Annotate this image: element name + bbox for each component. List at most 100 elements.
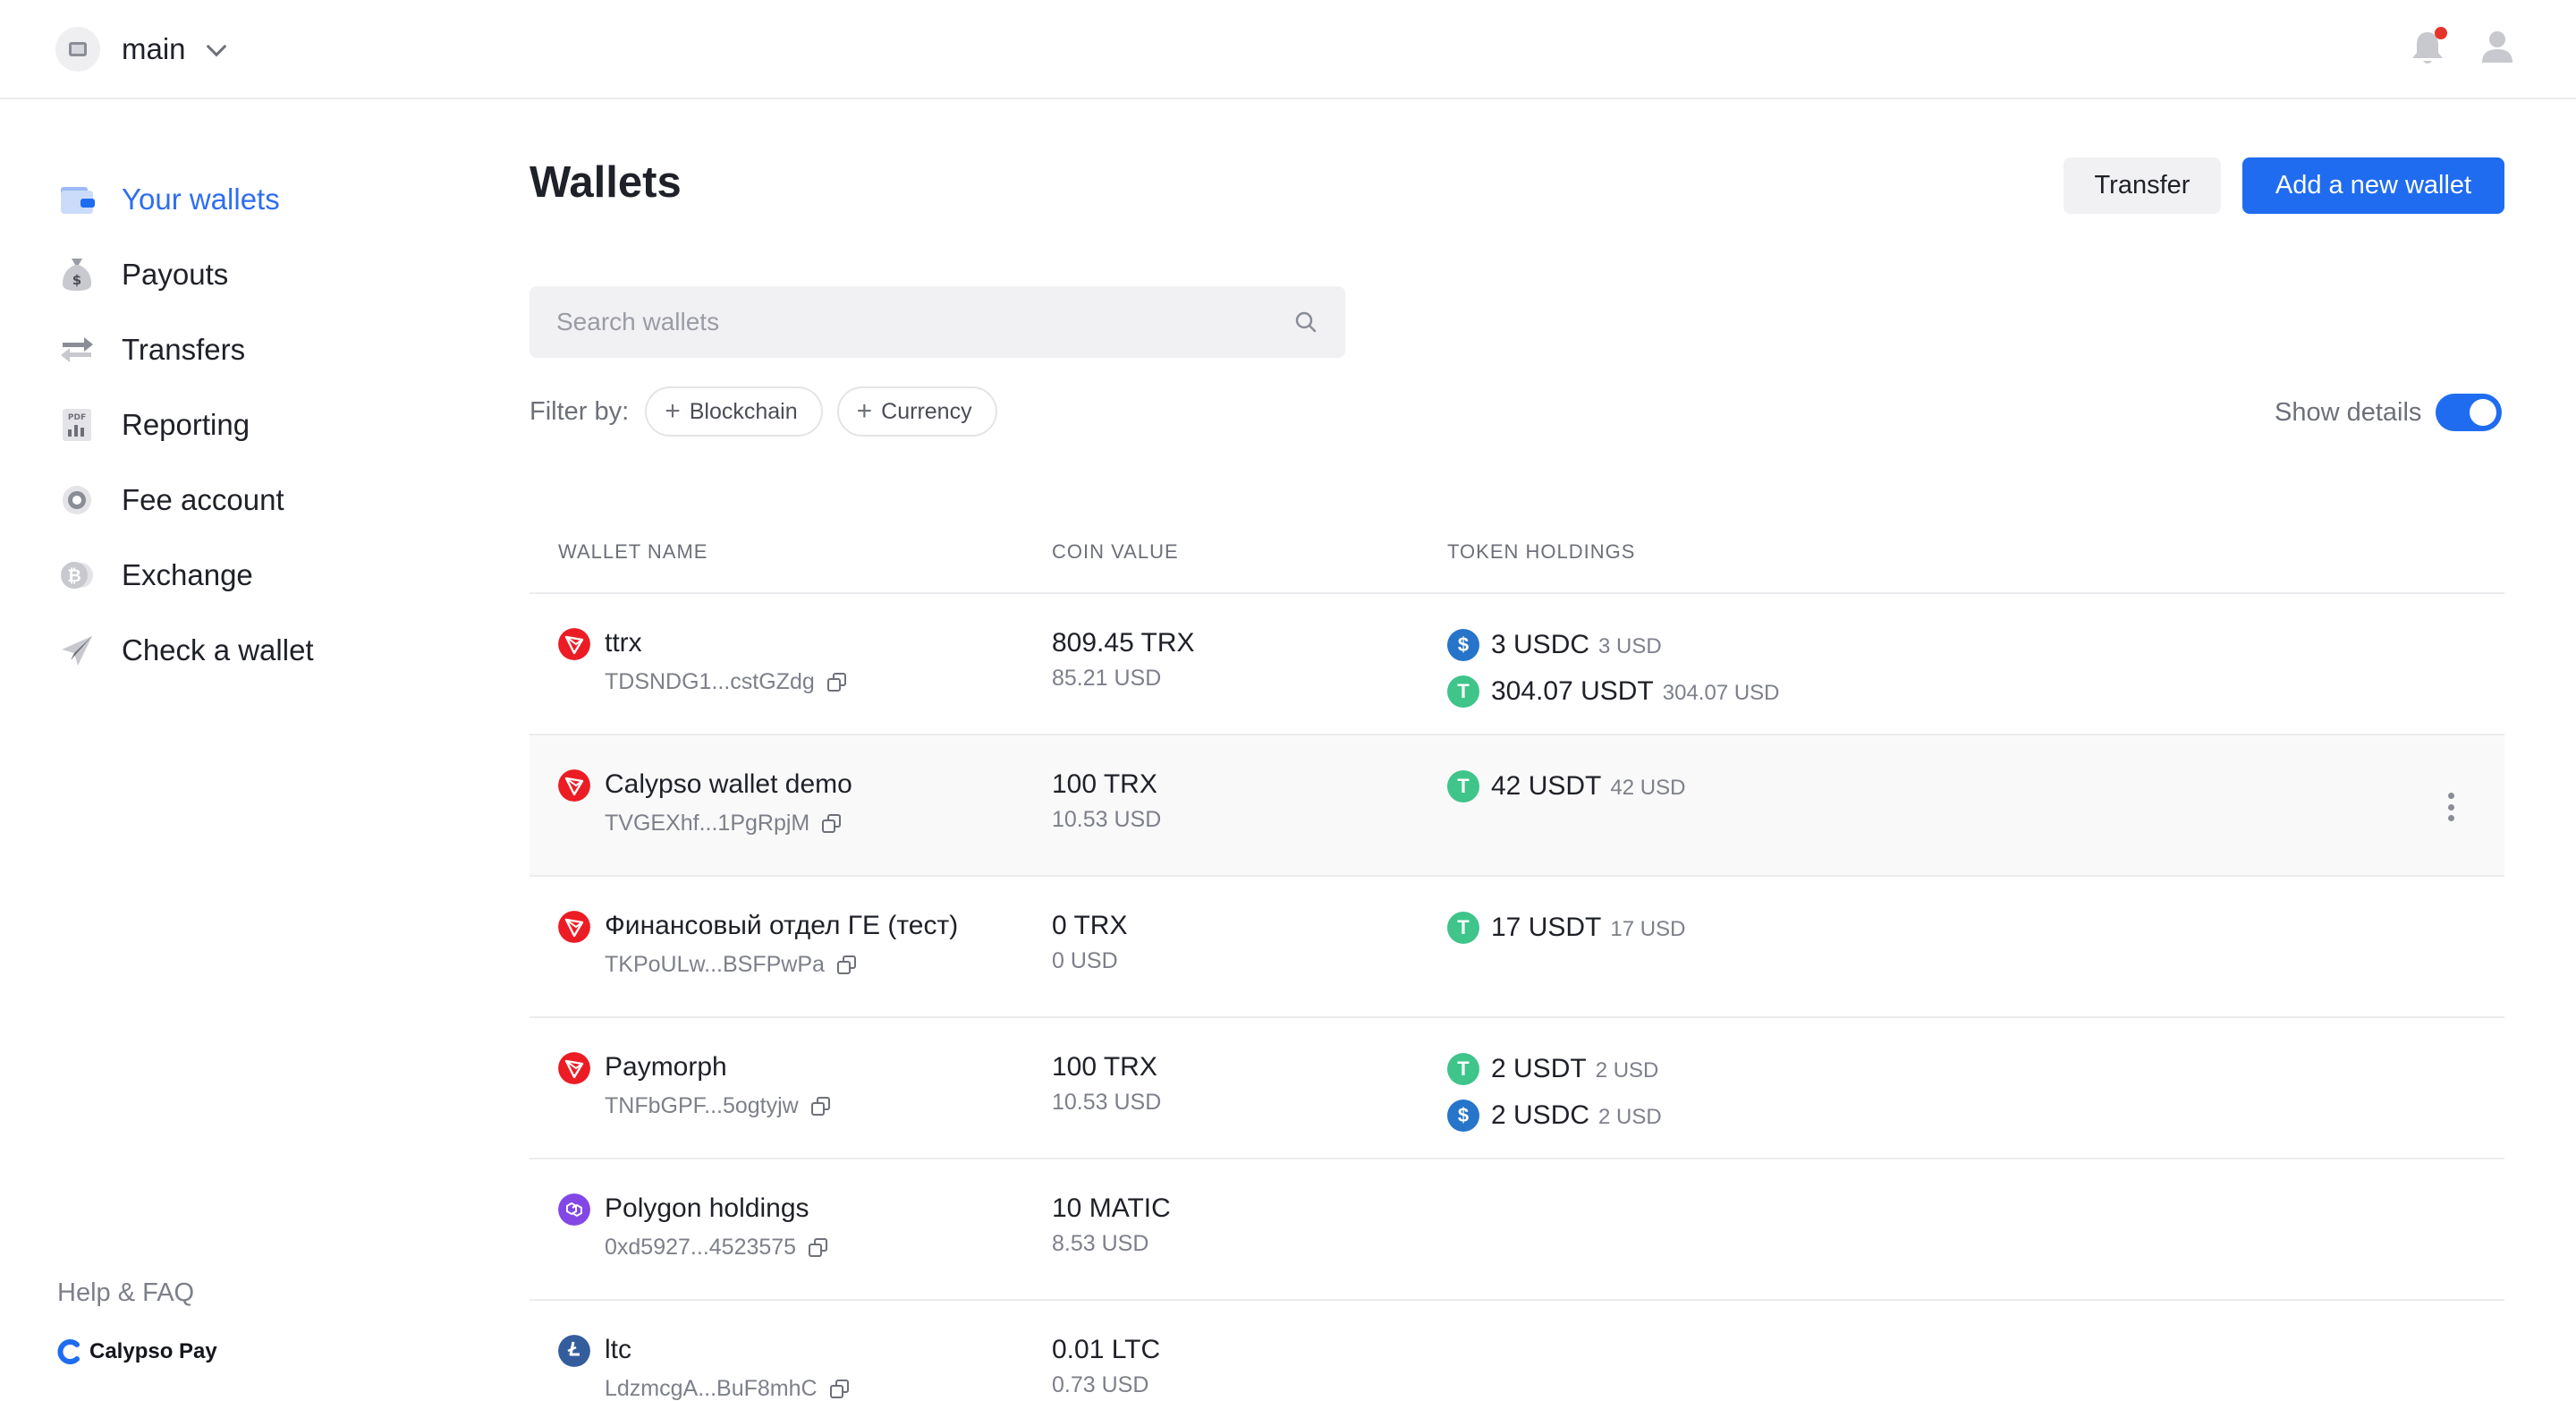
- filter-label: Filter by:: [530, 396, 630, 426]
- usdt-icon: T: [1447, 1053, 1479, 1085]
- table-row[interactable]: ltc LdzmcgA...BuF8mhC 0.01 LTC 0.73 USD: [530, 1301, 2504, 1401]
- filter-chip-currency[interactable]: + Currency: [836, 386, 997, 437]
- table-row[interactable]: Paymorph TNFbGPF...5ogtyjw 100 TRX 10.53…: [530, 1018, 2504, 1159]
- arrows-swap-icon: [57, 330, 97, 369]
- wallet-name[interactable]: Paymorph: [605, 1052, 727, 1083]
- plus-icon: +: [665, 396, 681, 426]
- sidebar-item-your-wallets[interactable]: Your wallets: [57, 173, 280, 226]
- coin-value: 0.01 LTC: [1052, 1335, 1161, 1364]
- svg-text:PDF: PDF: [68, 413, 86, 422]
- calypso-logo-icon: [57, 1339, 80, 1364]
- copy-icon[interactable]: [829, 1379, 850, 1399]
- usdc-icon: $: [1447, 1100, 1479, 1132]
- token-amount: 2 USDT: [1491, 1054, 1587, 1083]
- copy-icon[interactable]: [809, 1237, 828, 1258]
- wallet-address: TDSNDG1...cstGZdg: [605, 669, 847, 695]
- token-holding: T 304.07 USDT 304.07 USD: [1447, 675, 1780, 709]
- sidebar-item-exchange[interactable]: ₿ Exchange: [57, 548, 253, 602]
- sidebar-item-payouts[interactable]: $ Payouts: [57, 248, 228, 301]
- show-details-control: Show details: [2275, 392, 2503, 433]
- sidebar-item-label: Transfers: [122, 333, 246, 366]
- copy-icon[interactable]: [826, 672, 847, 692]
- gear-icon: [57, 480, 97, 520]
- copy-icon[interactable]: [836, 955, 857, 975]
- token-amount: 3 USDC: [1491, 630, 1590, 659]
- tron-icon: [558, 628, 590, 660]
- plane-icon: [57, 631, 97, 670]
- table-row[interactable]: ttrx TDSNDG1...cstGZdg 809.45 TRX 85.21 …: [530, 594, 2504, 735]
- add-wallet-button[interactable]: Add a new wallet: [2242, 157, 2504, 214]
- copy-icon[interactable]: [810, 1096, 831, 1117]
- sidebar-item-reporting[interactable]: PDF Reporting: [57, 398, 250, 452]
- wallet-address: LdzmcgA...BuF8mhC: [605, 1376, 850, 1401]
- table-row[interactable]: Polygon holdings 0xd5927...4523575 10 MA…: [530, 1159, 2504, 1301]
- column-header-wallet-name: WALLET NAME: [558, 540, 708, 563]
- wallet-name[interactable]: ttrx: [605, 628, 642, 658]
- filter-chip-label: Blockchain: [689, 398, 798, 424]
- building-icon: [55, 27, 100, 72]
- coin-usd-value: 85.21 USD: [1052, 666, 1162, 691]
- org-switcher[interactable]: main: [55, 25, 226, 73]
- wallet-address-text: TKPoULw...BSFPwPa: [605, 952, 825, 977]
- notification-dot: [2435, 27, 2447, 39]
- wallet-address-text: TDSNDG1...cstGZdg: [605, 669, 815, 694]
- wallet-address: 0xd5927...4523575: [605, 1235, 828, 1261]
- row-menu-icon[interactable]: [2440, 789, 2462, 825]
- token-holding: $ 2 USDC 2 USD: [1447, 1099, 1662, 1133]
- usdt-icon: T: [1447, 770, 1479, 802]
- page-title: Wallets: [530, 158, 682, 207]
- coin-usd-value: 10.53 USD: [1052, 807, 1162, 832]
- filter-chip-label: Currency: [881, 398, 972, 424]
- wallet-name[interactable]: Calypso wallet demo: [605, 769, 852, 800]
- transfer-button[interactable]: Transfer: [2063, 157, 2221, 214]
- token-usd-value: 3 USD: [1598, 634, 1662, 658]
- wallet-address-text: TNFbGPF...5ogtyjw: [605, 1093, 799, 1118]
- sidebar-item-label: Fee account: [122, 483, 284, 516]
- token-holding: T 42 USDT 42 USD: [1447, 769, 1685, 803]
- show-details-label: Show details: [2275, 397, 2422, 427]
- sidebar-item-label: Payouts: [122, 258, 229, 291]
- profile-button[interactable]: [2478, 27, 2517, 66]
- coin-usd-value: 10.53 USD: [1052, 1090, 1162, 1115]
- org-name: main: [122, 32, 186, 65]
- coin-value: 100 TRX: [1052, 1052, 1157, 1082]
- tron-icon: [558, 769, 590, 802]
- wallet-address: TKPoULw...BSFPwPa: [605, 952, 857, 978]
- sidebar-item-label: Check a wallet: [122, 633, 314, 667]
- litecoin-icon: [558, 1335, 590, 1367]
- coin-value: 100 TRX: [1052, 769, 1157, 799]
- sidebar: Your wallets $ Payouts Transfers PDF Rep…: [0, 99, 447, 1401]
- wallet-name[interactable]: Финансовый отдел ГЕ (тест): [605, 911, 958, 941]
- coin-usd-value: 8.53 USD: [1052, 1231, 1149, 1256]
- sidebar-item-label: Reporting: [122, 408, 250, 441]
- wallet-address: TVGEXhf...1PgRpjM: [605, 811, 842, 836]
- help-faq-link[interactable]: Help & FAQ: [57, 1278, 194, 1308]
- pdf-report-icon: PDF: [57, 405, 97, 445]
- search-input[interactable]: [530, 286, 1293, 358]
- usdc-icon: $: [1447, 629, 1479, 661]
- copy-icon[interactable]: [822, 813, 842, 834]
- wallet-address: TNFbGPF...5ogtyjw: [605, 1093, 831, 1119]
- table-row[interactable]: Calypso wallet demo TVGEXhf...1PgRpjM 10…: [530, 735, 2504, 877]
- wallet-name[interactable]: Polygon holdings: [605, 1193, 809, 1224]
- sidebar-item-transfers[interactable]: Transfers: [57, 323, 245, 377]
- sidebar-item-label: Your wallets: [122, 183, 280, 216]
- wallet-address-text: TVGEXhf...1PgRpjM: [605, 811, 810, 836]
- table-row[interactable]: Финансовый отдел ГЕ (тест) TKPoULw...BSF…: [530, 877, 2504, 1018]
- token-amount: 17 USDT: [1491, 913, 1602, 942]
- sidebar-item-fee-account[interactable]: Fee account: [57, 473, 284, 527]
- search-icon[interactable]: [1293, 310, 1318, 335]
- wallet-name[interactable]: ltc: [605, 1335, 631, 1365]
- show-details-toggle[interactable]: [2436, 394, 2503, 431]
- wallet-address-text: LdzmcgA...BuF8mhC: [605, 1376, 818, 1401]
- coin-usd-value: 0 USD: [1052, 948, 1118, 973]
- sidebar-item-check-wallet[interactable]: Check a wallet: [57, 624, 314, 677]
- token-usd-value: 2 USD: [1598, 1105, 1662, 1129]
- notifications-button[interactable]: [2408, 27, 2449, 68]
- token-usd-value: 304.07 USD: [1662, 681, 1780, 705]
- toggle-knob: [2470, 399, 2497, 426]
- token-amount: 42 USDT: [1491, 771, 1602, 801]
- tron-icon: [558, 911, 590, 943]
- usdt-icon: T: [1447, 912, 1479, 944]
- filter-chip-blockchain[interactable]: + Blockchain: [645, 386, 823, 437]
